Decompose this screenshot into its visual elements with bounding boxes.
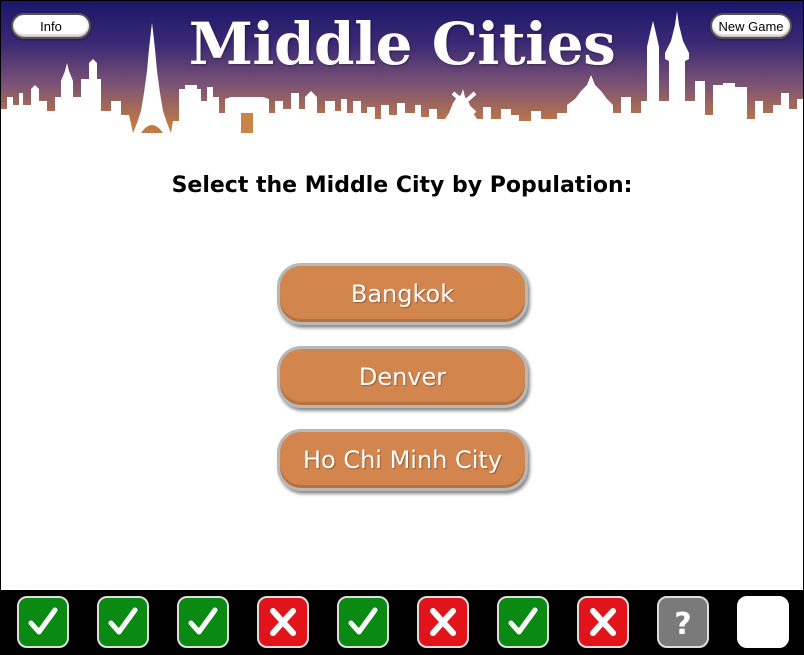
x-icon	[586, 605, 620, 639]
x-icon	[426, 605, 460, 639]
skyline-banner: Middle Cities Info New Game	[1, 1, 803, 146]
check-icon	[26, 605, 60, 639]
info-button[interactable]: Info	[11, 13, 91, 39]
choice-button-ho-chi-minh-city[interactable]: Ho Chi Minh City	[277, 429, 528, 491]
progress-bar: ?	[0, 590, 804, 655]
svg-text:?: ?	[674, 607, 691, 639]
progress-slot-10	[737, 596, 789, 648]
progress-slot-2	[97, 596, 149, 648]
progress-slot-6	[417, 596, 469, 648]
check-icon	[186, 605, 220, 639]
progress-slot-3	[177, 596, 229, 648]
progress-slot-9: ?	[657, 596, 709, 648]
page-title: Middle Cities	[188, 10, 616, 78]
progress-slot-5	[337, 596, 389, 648]
progress-slot-4	[257, 596, 309, 648]
question-icon: ?	[666, 605, 700, 639]
check-icon	[106, 605, 140, 639]
check-icon	[346, 605, 380, 639]
x-icon	[266, 605, 300, 639]
new-game-button[interactable]: New Game	[710, 13, 792, 39]
game-frame: Middle Cities Info New Game Select the M…	[0, 0, 804, 591]
progress-slot-1	[17, 596, 69, 648]
question-prompt: Select the Middle City by Population:	[171, 173, 633, 198]
progress-slot-7	[497, 596, 549, 648]
check-icon	[506, 605, 540, 639]
choice-button-denver[interactable]: Denver	[277, 346, 528, 408]
choice-button-bangkok[interactable]: Bangkok	[277, 263, 528, 325]
progress-slot-8	[577, 596, 629, 648]
